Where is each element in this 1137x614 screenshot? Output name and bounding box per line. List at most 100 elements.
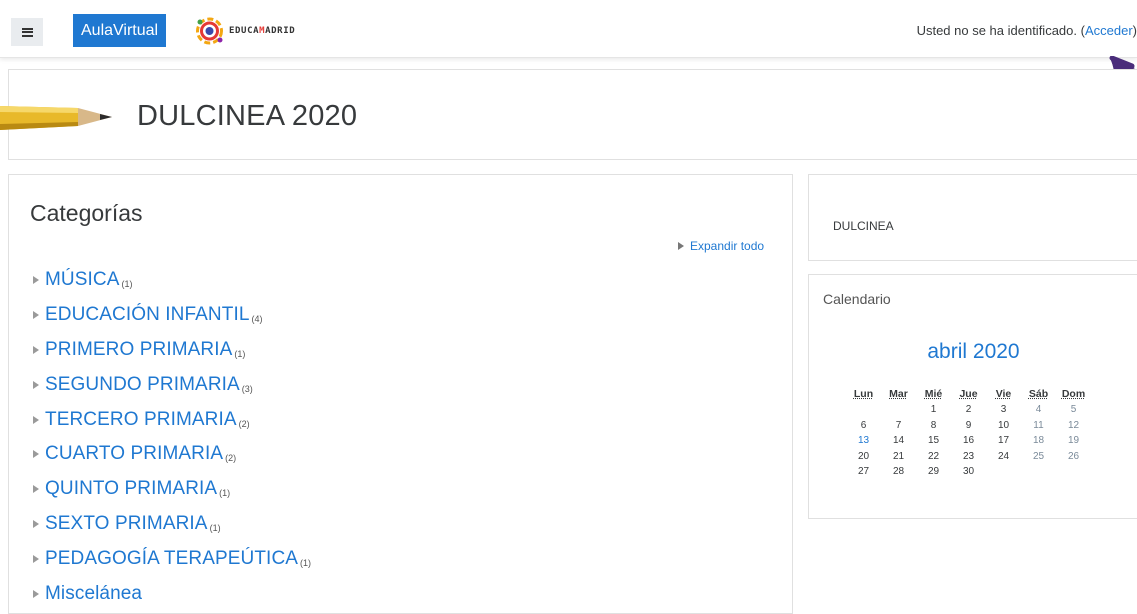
category-link[interactable]: Miscelánea [45,583,142,605]
dulcinea-block-text: DULCINEA [833,219,894,233]
calendar-day: 15 [916,433,951,449]
category-count: (1) [122,279,133,289]
login-info: Usted no se ha identificado. (Acceder) [917,23,1137,38]
categories-heading: Categorías [30,200,143,227]
category-item: SEXTO PRIMARIA (1) [33,507,311,542]
calendar-day: 12 [1056,418,1091,434]
calendar-title: Calendario [823,291,891,307]
calendar-day: 8 [916,418,951,434]
dulcinea-block: DULCINEA [808,174,1137,261]
calendar-day: 22 [916,449,951,465]
calendar-day-today[interactable]: 13 [846,433,881,449]
login-close-paren: ) [1133,23,1137,38]
calendar-day: 7 [881,418,916,434]
login-link[interactable]: Acceder [1085,23,1133,38]
calendar-day: 18 [1021,433,1056,449]
calendar-week-row: 27 28 29 30 [846,464,1091,480]
category-link[interactable]: CUARTO PRIMARIA [45,443,223,465]
category-link[interactable]: QUINTO PRIMARIA [45,478,217,500]
category-count: (4) [252,314,263,324]
calendar-day: 3 [986,402,1021,418]
expand-triangle-icon[interactable] [33,520,39,528]
logo-text-suffix: ADRID [265,26,295,36]
hamburger-icon [22,28,33,37]
expand-triangle-icon[interactable] [33,276,39,284]
weekday-header: Jue [951,386,986,402]
calendar-week-row: 6 7 8 9 10 11 12 [846,418,1091,434]
calendar-block: Calendario abril 2020 Lun Mar Mié Jue Vi… [808,274,1137,519]
calendar-day [1021,464,1056,480]
category-item: QUINTO PRIMARIA (1) [33,472,311,507]
educamadrid-logo[interactable]: EDUCAMADRID [194,16,295,46]
educamadrid-wordmark: EDUCAMADRID [229,26,295,36]
top-navbar: AulaVirtual EDUCAMADRID Usted no se ha i… [0,0,1137,58]
calendar-day: 20 [846,449,881,465]
category-count: (1) [234,349,245,359]
weekday-header: Lun [846,386,881,402]
calendar-day: 30 [951,464,986,480]
calendar-month-link[interactable]: abril 2020 [809,340,1137,364]
expand-triangle-icon[interactable] [33,381,39,389]
category-link[interactable]: TERCERO PRIMARIA [45,409,237,431]
calendar-day: 14 [881,433,916,449]
category-item: MÚSICA (1) [33,263,311,298]
expand-triangle-icon[interactable] [33,450,39,458]
calendar-day: 26 [1056,449,1091,465]
calendar-week-row: 1 2 3 4 5 [846,402,1091,418]
weekday-header: Dom [1056,386,1091,402]
login-status-text: Usted no se ha identificado. ( [917,23,1085,38]
expand-triangle-icon[interactable] [33,416,39,424]
category-item: CUARTO PRIMARIA (2) [33,437,311,472]
pencil-icon [0,96,112,138]
category-link[interactable]: PRIMERO PRIMARIA [45,339,232,361]
weekday-header: Vie [986,386,1021,402]
logo-text-mid: DUCA [235,26,259,36]
category-count: (1) [300,558,311,568]
calendar-day: 4 [1021,402,1056,418]
expand-triangle-icon[interactable] [33,485,39,493]
triangle-right-icon [678,242,684,250]
category-count: (2) [225,453,236,463]
category-link[interactable]: PEDAGOGÍA TERAPEÚTICA [45,548,298,570]
calendar-day: 24 [986,449,1021,465]
calendar-day: 29 [916,464,951,480]
calendar-day: 6 [846,418,881,434]
calendar-day: 21 [881,449,916,465]
category-link[interactable]: MÚSICA [45,269,120,291]
expand-all-label: Expandir todo [690,239,764,253]
expand-triangle-icon[interactable] [33,555,39,563]
category-link[interactable]: EDUCACIÓN INFANTIL [45,304,250,326]
weekday-header: Sáb [1021,386,1056,402]
calendar-day: 1 [916,402,951,418]
calendar-week-row: 20 21 22 23 24 25 26 [846,449,1091,465]
weekday-header: Mar [881,386,916,402]
expand-all-link[interactable]: Expandir todo [678,239,764,253]
calendar-day [881,402,916,418]
calendar-day: 10 [986,418,1021,434]
category-item: PRIMERO PRIMARIA (1) [33,333,311,368]
expand-triangle-icon[interactable] [33,590,39,598]
expand-triangle-icon[interactable] [33,311,39,319]
calendar-day: 16 [951,433,986,449]
calendar-week-row: 13 14 15 16 17 18 19 [846,433,1091,449]
calendar-day: 27 [846,464,881,480]
category-link[interactable]: SEXTO PRIMARIA [45,513,208,535]
category-item: TERCERO PRIMARIA (2) [33,402,311,437]
calendar-day: 25 [1021,449,1056,465]
calendar-day: 28 [881,464,916,480]
calendar-weekday-row: Lun Mar Mié Jue Vie Sáb Dom [846,386,1091,402]
expand-triangle-icon[interactable] [33,346,39,354]
category-count: (2) [239,419,250,429]
category-link[interactable]: SEGUNDO PRIMARIA [45,374,240,396]
category-list: MÚSICA (1) EDUCACIÓN INFANTIL (4) PRIMERO … [33,263,311,611]
category-count: (1) [219,488,230,498]
calendar-day: 11 [1021,418,1056,434]
category-item: SEGUNDO PRIMARIA (3) [33,367,311,402]
calendar-day: 19 [1056,433,1091,449]
calendar-day [1056,464,1091,480]
menu-toggle-button[interactable] [11,18,43,46]
category-item: PEDAGOGÍA TERAPEÚTICA (1) [33,541,311,576]
calendar-day [986,464,1021,480]
aulavirtual-brand-button[interactable]: AulaVirtual [73,14,166,47]
calendar-day: 9 [951,418,986,434]
